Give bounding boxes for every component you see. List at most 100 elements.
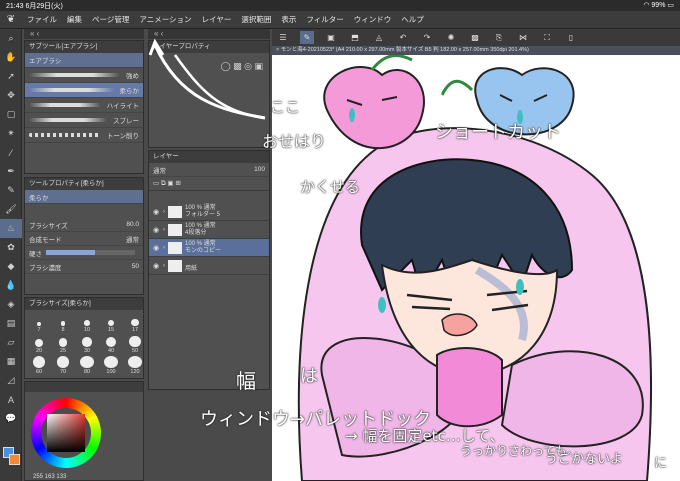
copy-icon[interactable]: ⎘: [492, 31, 506, 44]
clear-icon[interactable]: ▩: [468, 31, 482, 44]
brush-size-preset[interactable]: 50: [125, 335, 145, 354]
layer-tool-icons[interactable]: ▭ ⧉ ▣ ⊞: [153, 179, 181, 188]
hardness-row[interactable]: 硬さ: [25, 246, 143, 260]
paste-icon[interactable]: ▯: [564, 31, 578, 44]
subtool-item[interactable]: トーン削り: [25, 128, 143, 143]
brush-size-value[interactable]: 80.0: [105, 221, 139, 228]
brush-size-preset[interactable]: 8: [53, 314, 73, 333]
color-chips[interactable]: [3, 447, 21, 469]
layer-opacity[interactable]: 100: [231, 166, 265, 173]
subtool-item[interactable]: ハイライト: [25, 98, 143, 113]
density-row[interactable]: ブラシ濃度 50: [25, 260, 143, 274]
brush-size-preset[interactable]: 60: [29, 356, 49, 375]
collapse-bar-right[interactable]: « ‹: [148, 29, 270, 39]
brush-size-preset[interactable]: 20: [29, 335, 49, 354]
layer-row[interactable]: ◉ › 100 % 通常 フォルダー 5: [149, 203, 269, 221]
decoration-tool-icon[interactable]: ✿: [0, 238, 22, 257]
text-tool-icon[interactable]: A: [0, 390, 22, 409]
gradient-tool-icon[interactable]: ▤: [0, 314, 22, 333]
transform-icon[interactable]: ⋈: [516, 31, 530, 44]
layer-row[interactable]: ◉ › 用紙: [149, 257, 269, 275]
brush-size-row[interactable]: ブラシサイズ 80.0: [25, 218, 143, 232]
eraser-tool-icon[interactable]: ◆: [0, 257, 22, 276]
brush-size-preset[interactable]: 40: [101, 335, 121, 354]
blend-mode-value[interactable]: 通常: [105, 234, 139, 244]
menu-layer[interactable]: レイヤー: [197, 14, 237, 25]
menu-window[interactable]: ウィンドウ: [349, 14, 397, 25]
undo-icon[interactable]: ↶: [396, 31, 410, 44]
subtool-group-header[interactable]: エアブラシ: [25, 53, 143, 68]
brush-size-preset[interactable]: 10: [77, 314, 97, 333]
blend-mode-row[interactable]: 合成モード 通常: [25, 232, 143, 246]
layer-property-effects-icon[interactable]: ◯ ▩ ◎ ▣: [221, 61, 263, 72]
pencil-tool-icon[interactable]: ✎: [0, 181, 22, 200]
move-layer-icon[interactable]: ✥: [0, 86, 22, 105]
visibility-eye-icon[interactable]: ◉: [149, 244, 163, 252]
menu-view[interactable]: 表示: [276, 14, 301, 25]
loading-icon[interactable]: ✺: [444, 31, 458, 44]
new-canvas-icon[interactable]: ▣: [324, 31, 338, 44]
frame-tool-icon[interactable]: ▦: [0, 352, 22, 371]
hardness-slider[interactable]: [46, 250, 135, 255]
subtool-item[interactable]: スプレー: [25, 113, 143, 128]
brush-size-preset[interactable]: 17: [125, 314, 145, 333]
subtool-item[interactable]: 柔らか: [25, 83, 143, 98]
canvas-tab-title[interactable]: × モンと海4-20210523* (A4 210.00 x 297.00mm …: [272, 46, 680, 55]
brush-size-preset[interactable]: 120: [125, 356, 145, 375]
fill-tool-icon[interactable]: ◈: [0, 295, 22, 314]
balloon-tool-icon[interactable]: 💬: [0, 409, 22, 428]
brush-size-preset[interactable]: 70: [53, 356, 73, 375]
zoom-tool-icon[interactable]: ⌕: [0, 29, 22, 48]
color-square[interactable]: [47, 414, 85, 452]
quick-access-icon[interactable]: ✎: [300, 31, 314, 44]
pen-tool-icon[interactable]: ✒: [0, 162, 22, 181]
brush-size-label: 50: [131, 348, 139, 354]
brush-size-preset[interactable]: 7: [29, 314, 49, 333]
move-tool-icon[interactable]: ✋: [0, 48, 22, 67]
color-wheel[interactable]: [31, 398, 101, 468]
brush-size-preset[interactable]: 15: [101, 314, 121, 333]
visibility-eye-icon[interactable]: ◉: [149, 262, 163, 270]
figure-tool-icon[interactable]: ▱: [0, 333, 22, 352]
airbrush-tool-icon[interactable]: ♨: [0, 219, 22, 238]
menu-icon[interactable]: ☰: [276, 31, 290, 44]
density-value[interactable]: 50: [105, 263, 139, 270]
app-logo-icon[interactable]: ❦: [0, 14, 22, 25]
ruler-tool-icon[interactable]: ◿: [0, 371, 22, 390]
brush-tool-icon[interactable]: 🖌: [0, 200, 22, 219]
layer-blend-row[interactable]: 通常 100: [149, 163, 269, 177]
menu-file[interactable]: ファイル: [22, 14, 62, 25]
menu-help[interactable]: ヘルプ: [396, 14, 429, 25]
expand-chevron-icon[interactable]: ›: [163, 227, 165, 233]
eyedropper-icon[interactable]: ⁄: [0, 143, 22, 162]
brush-size-preset[interactable]: 80: [77, 356, 97, 375]
blend-tool-icon[interactable]: 💧: [0, 276, 22, 295]
brush-size-preset[interactable]: 30: [77, 335, 97, 354]
brush-size-preset[interactable]: 25: [53, 335, 73, 354]
menu-filter[interactable]: フィルター: [301, 14, 348, 25]
layer-row[interactable]: ◉ › 100 % 通常 モンのコピー: [149, 239, 269, 257]
brush-size-preset[interactable]: 100: [101, 356, 121, 375]
layer-blend-mode[interactable]: 通常: [153, 165, 231, 175]
visibility-eye-icon[interactable]: ◉: [149, 208, 163, 216]
canvas-area[interactable]: ☰ ✎ ▣ ⬒ ◬ ↶ ↷ ✺ ▩ ⎘ ⋈ ⛶ ▯ × モンと海4-202105…: [272, 29, 680, 481]
fill-icon[interactable]: ◬: [372, 31, 386, 44]
menu-page[interactable]: ページ管理: [87, 14, 134, 25]
menu-animation[interactable]: アニメーション: [134, 14, 196, 25]
visibility-eye-icon[interactable]: ◉: [149, 226, 163, 234]
operation-tool-icon[interactable]: ➚: [0, 67, 22, 86]
save-icon[interactable]: ⬒: [348, 31, 362, 44]
menu-edit[interactable]: 編集: [62, 14, 87, 25]
redo-icon[interactable]: ↷: [420, 31, 434, 44]
expand-chevron-icon[interactable]: ›: [163, 245, 165, 251]
auto-select-icon[interactable]: ✴: [0, 124, 22, 143]
subtool-item[interactable]: 強め: [25, 68, 143, 83]
layer-row[interactable]: ◉ › 100 % 通常 4段落分: [149, 221, 269, 239]
collapse-bar-left[interactable]: « ‹: [24, 29, 144, 39]
expand-chevron-icon[interactable]: ›: [163, 263, 165, 269]
selection-tool-icon[interactable]: ▢: [0, 105, 22, 124]
expand-chevron-icon[interactable]: ›: [163, 209, 165, 215]
sub-color-chip[interactable]: [9, 454, 20, 465]
snap-icon[interactable]: ⛶: [540, 31, 554, 44]
menu-selection[interactable]: 選択範囲: [236, 14, 276, 25]
